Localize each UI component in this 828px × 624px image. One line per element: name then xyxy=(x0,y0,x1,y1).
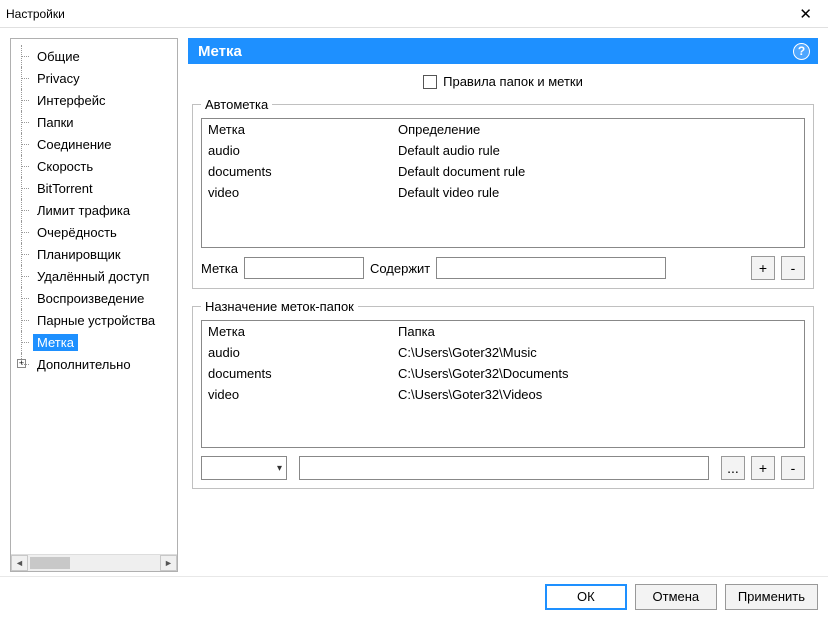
folder-mapping-legend: Назначение меток-папок xyxy=(201,299,358,314)
label-select[interactable]: ▾ xyxy=(201,456,287,480)
col-def-header: Определение xyxy=(398,122,798,137)
tree-item-paired[interactable]: Парные устройства xyxy=(11,309,177,331)
tree-item-general[interactable]: Общие xyxy=(11,45,177,67)
list-item[interactable]: documents C:\Users\Goter32\Documents xyxy=(202,363,804,384)
rules-checkbox-label: Правила папок и метки xyxy=(443,74,583,89)
pane-header: Метка ? xyxy=(188,38,818,64)
ok-button[interactable]: ОК xyxy=(545,584,627,610)
col-label-header: Метка xyxy=(208,122,398,137)
window-title: Настройки xyxy=(6,7,65,21)
tree-item-queue[interactable]: Очерёдность xyxy=(11,221,177,243)
list-item[interactable]: audio C:\Users\Goter32\Music xyxy=(202,342,804,363)
apply-button[interactable]: Применить xyxy=(725,584,818,610)
cancel-button[interactable]: Отмена xyxy=(635,584,717,610)
autolabel-group: Автометка Метка Определение audio Defaul… xyxy=(192,97,814,289)
tree-item-remote[interactable]: Удалённый доступ xyxy=(11,265,177,287)
tree-item-interface[interactable]: Интерфейс xyxy=(11,89,177,111)
chevron-down-icon: ▾ xyxy=(277,463,282,474)
list-item[interactable]: video Default video rule xyxy=(202,182,804,203)
list-item[interactable]: documents Default document rule xyxy=(202,161,804,182)
list-item[interactable]: audio Default audio rule xyxy=(202,140,804,161)
tree-item-playback[interactable]: Воспроизведение xyxy=(11,287,177,309)
expand-icon[interactable]: + xyxy=(17,359,26,368)
add-mapping-button[interactable]: + xyxy=(751,456,775,480)
label-input[interactable] xyxy=(244,257,364,279)
tree-item-privacy[interactable]: Privacy xyxy=(11,67,177,89)
tree-item-bittorrent[interactable]: BitTorrent xyxy=(11,177,177,199)
list-item[interactable]: video C:\Users\Goter32\Videos xyxy=(202,384,804,405)
remove-mapping-button[interactable]: - xyxy=(781,456,805,480)
remove-rule-button[interactable]: - xyxy=(781,256,805,280)
folder-mapping-group: Назначение меток-папок Метка Папка audio… xyxy=(192,299,814,489)
contains-input[interactable] xyxy=(436,257,666,279)
tree-scrollbar[interactable]: ◄ ► xyxy=(11,554,177,571)
col-label2-header: Метка xyxy=(208,324,398,339)
folder-path-input[interactable] xyxy=(299,456,709,480)
titlebar: Настройки ✕ xyxy=(0,0,828,28)
col-folder-header: Папка xyxy=(398,324,798,339)
add-rule-button[interactable]: + xyxy=(751,256,775,280)
autolabel-list[interactable]: Метка Определение audio Default audio ru… xyxy=(201,118,805,248)
tree-item-scheduler[interactable]: Планировщик xyxy=(11,243,177,265)
tree-item-speed[interactable]: Скорость xyxy=(11,155,177,177)
autolabel-legend: Автометка xyxy=(201,97,272,112)
help-icon[interactable]: ? xyxy=(793,43,810,60)
settings-pane: Метка ? Правила папок и метки Автометка … xyxy=(188,38,818,572)
folder-mapping-list[interactable]: Метка Папка audio C:\Users\Goter32\Music… xyxy=(201,320,805,448)
label-field-label: Метка xyxy=(201,261,238,276)
contains-field-label: Содержит xyxy=(370,261,430,276)
browse-button[interactable]: ... xyxy=(721,456,745,480)
tree-item-advanced[interactable]: + Дополнительно xyxy=(11,353,177,375)
tree-item-traffic-limit[interactable]: Лимит трафика xyxy=(11,199,177,221)
pane-title: Метка xyxy=(198,43,242,60)
scroll-right-icon[interactable]: ► xyxy=(160,555,177,571)
tree-item-folders[interactable]: Папки xyxy=(11,111,177,133)
tree-item-label[interactable]: Метка xyxy=(11,331,177,353)
scroll-left-icon[interactable]: ◄ xyxy=(11,555,28,571)
rules-checkbox[interactable] xyxy=(423,75,437,89)
category-tree: Общие Privacy Интерфейс Папки Соединение… xyxy=(10,38,178,572)
close-icon[interactable]: ✕ xyxy=(791,3,820,25)
tree-item-connection[interactable]: Соединение xyxy=(11,133,177,155)
dialog-footer: ОК Отмена Применить xyxy=(0,576,828,616)
